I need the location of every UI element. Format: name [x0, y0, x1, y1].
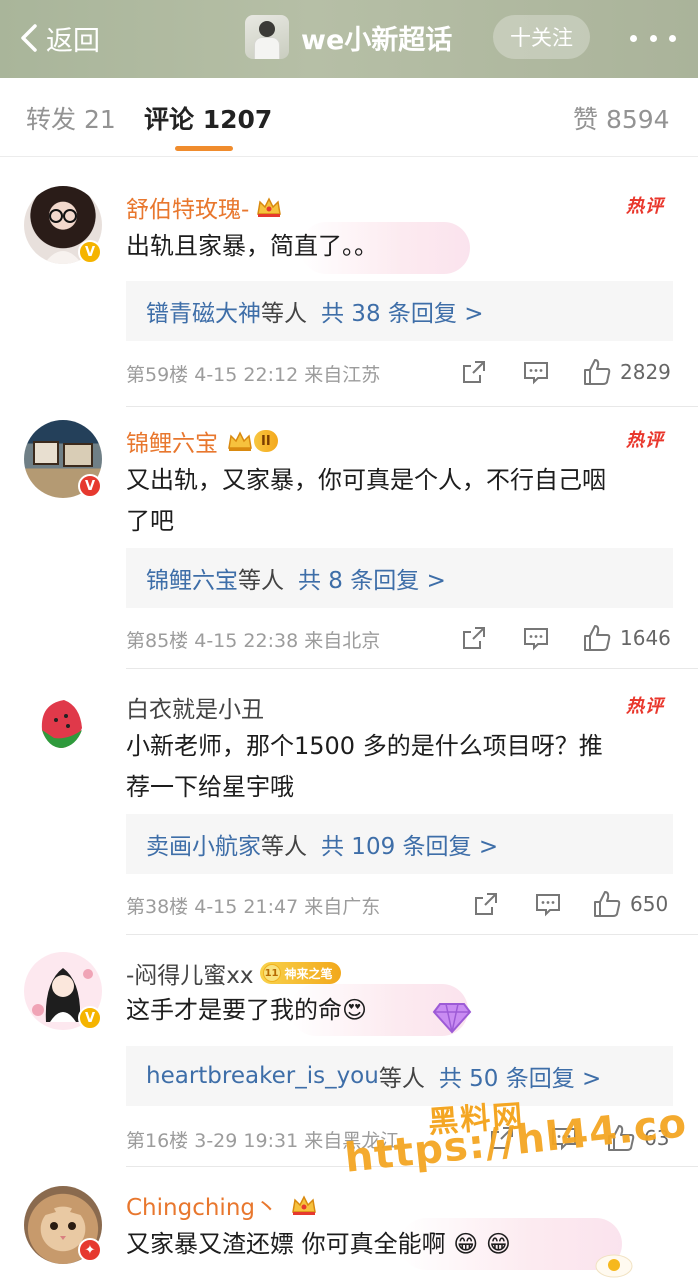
comment-username[interactable]: 白衣就是小丑	[126, 690, 264, 724]
crown-icon	[257, 197, 282, 217]
more-icon[interactable]	[630, 24, 676, 52]
topic-avatar	[245, 15, 289, 59]
hot-comment-badge: 热评	[626, 696, 664, 717]
comment-meta: 第59楼 4-15 22:12 来自江苏	[126, 364, 381, 386]
page-title: we小新超话	[301, 24, 453, 56]
thumbs-up-icon	[594, 891, 621, 917]
tab-bar: 转发 21 评论 1207 赞 8594	[0, 78, 698, 157]
replies-summary[interactable]: 锦鲤六宝 等人共 8 条回复 >	[126, 548, 673, 608]
comment-icon[interactable]	[534, 888, 562, 920]
top-bar: 返回 we小新超话 十关注	[0, 0, 698, 78]
comment-actions: 1646	[460, 622, 674, 654]
like-count: 1646	[620, 626, 671, 650]
comment-divider	[126, 406, 698, 407]
hot-comment-badge: 热评	[626, 196, 664, 217]
active-tab-indicator	[175, 146, 233, 151]
comment-username[interactable]: 锦鲤六宝 II	[126, 424, 278, 458]
comment-meta: 第85楼 4-15 22:38 来自北京	[126, 630, 381, 652]
follow-button[interactable]: 十关注	[493, 15, 590, 59]
comment-divider	[126, 934, 698, 935]
like-button[interactable]: 650	[592, 888, 668, 920]
thumbs-up-icon	[584, 359, 611, 385]
like-count: 650	[630, 892, 669, 916]
like-button[interactable]: 2829	[582, 356, 671, 388]
comment-text: 小新老师，那个1500 多的是什么项目呀？推 荐一下给星宇哦	[126, 732, 603, 801]
verified-badge-icon: V	[78, 240, 102, 264]
tab-comments[interactable]: 评论 1207	[144, 100, 272, 136]
crown-icon	[228, 431, 252, 451]
comment-divider	[126, 668, 698, 669]
share-icon[interactable]	[472, 888, 500, 920]
comment-username[interactable]: Chingching丶	[126, 1188, 318, 1222]
member-level-badge: II	[226, 429, 278, 453]
comment-icon[interactable]	[522, 356, 550, 388]
verified-badge-icon: V	[78, 1006, 102, 1030]
fan-medal-badge: 11 神来之笔	[259, 962, 341, 984]
avatar[interactable]	[24, 686, 102, 764]
comment-text: 这手才是要了我的命😍	[126, 996, 368, 1024]
like-button[interactable]: 1646	[582, 622, 671, 654]
share-icon[interactable]	[460, 622, 488, 654]
back-button[interactable]: 返回	[18, 16, 100, 60]
verified-badge-icon: ✦	[78, 1238, 102, 1262]
comment-meta: 第38楼 4-15 21:47 来自广东	[126, 896, 381, 918]
supertopic-title[interactable]: we小新超话	[245, 14, 452, 60]
comment-username[interactable]: 舒伯特玫瑰-	[126, 190, 283, 224]
tab-likes[interactable]: 赞 8594	[573, 100, 670, 136]
back-label: 返回	[46, 25, 100, 57]
share-icon[interactable]	[460, 356, 488, 388]
watermelon-icon	[41, 700, 82, 748]
comment-actions: 650	[460, 888, 674, 920]
like-count: 2829	[620, 360, 671, 384]
thumbs-up-icon	[584, 625, 611, 651]
fried-egg-icon	[595, 1254, 633, 1278]
replies-summary[interactable]: heartbreaker_is_you 等人共 50 条回复 >	[126, 1046, 673, 1106]
tab-reposts[interactable]: 转发 21	[26, 100, 116, 136]
comment-text: 又出轨，又家暴，你可真是个人，不行自己咽 了吧	[126, 466, 606, 535]
hot-comment-badge: 热评	[626, 430, 664, 451]
replies-summary[interactable]: 卖画小航家 等人共 109 条回复 >	[126, 814, 673, 874]
comment-actions: 2829	[460, 356, 674, 388]
heart-eyes-emoji: 😍	[342, 996, 368, 1024]
grin-emoji: 😁 😁	[453, 1230, 511, 1258]
comment-icon[interactable]	[522, 622, 550, 654]
replies-summary[interactable]: 镨青磁大神 等人共 38 条回复 >	[126, 281, 673, 341]
verified-badge-icon: V	[78, 474, 102, 498]
chevron-left-icon	[21, 24, 37, 52]
crown-icon	[292, 1195, 316, 1215]
comment-text: 出轨且家暴，简直了。。	[126, 232, 378, 260]
comment-text: 又家暴又渣还嫖 你可真全能啊 😁 😁	[126, 1230, 511, 1258]
